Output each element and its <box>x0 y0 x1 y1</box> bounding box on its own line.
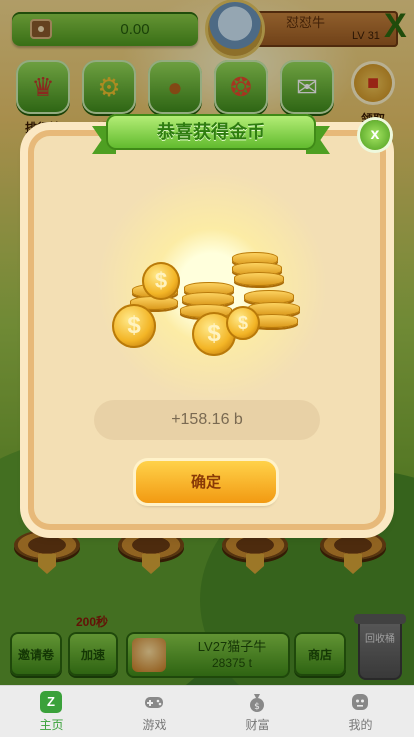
tab-games[interactable]: 游戏 <box>103 686 206 737</box>
bottom-tab-bar: Z 主页 游戏 $ 财富 我的 <box>0 685 414 737</box>
tab-profile[interactable]: 我的 <box>309 686 412 737</box>
tab-home-label: 主页 <box>39 718 64 732</box>
tab-wealth-label: 财富 <box>245 718 270 732</box>
coin-icon: $ <box>142 262 180 300</box>
tab-home[interactable]: Z 主页 <box>0 686 103 737</box>
money-bag-icon: $ <box>246 691 268 713</box>
tab-games-label: 游戏 <box>142 718 167 732</box>
confirm-button[interactable]: 确定 <box>136 461 276 503</box>
tab-wealth[interactable]: $ 财富 <box>206 686 309 737</box>
reward-amount: +158.16 b <box>94 400 320 440</box>
dialog-title-ribbon: 恭喜获得金币 <box>92 108 330 158</box>
profile-icon <box>349 691 371 713</box>
coin-icon: $ <box>226 306 260 340</box>
gamepad-icon <box>143 691 165 713</box>
svg-text:$: $ <box>254 702 260 712</box>
tab-profile-label: 我的 <box>348 718 373 732</box>
dialog-close-button[interactable]: x <box>360 120 390 150</box>
dialog-title: 恭喜获得金币 <box>157 122 265 142</box>
home-icon: Z <box>40 691 62 713</box>
coin-icon: $ <box>112 304 156 348</box>
